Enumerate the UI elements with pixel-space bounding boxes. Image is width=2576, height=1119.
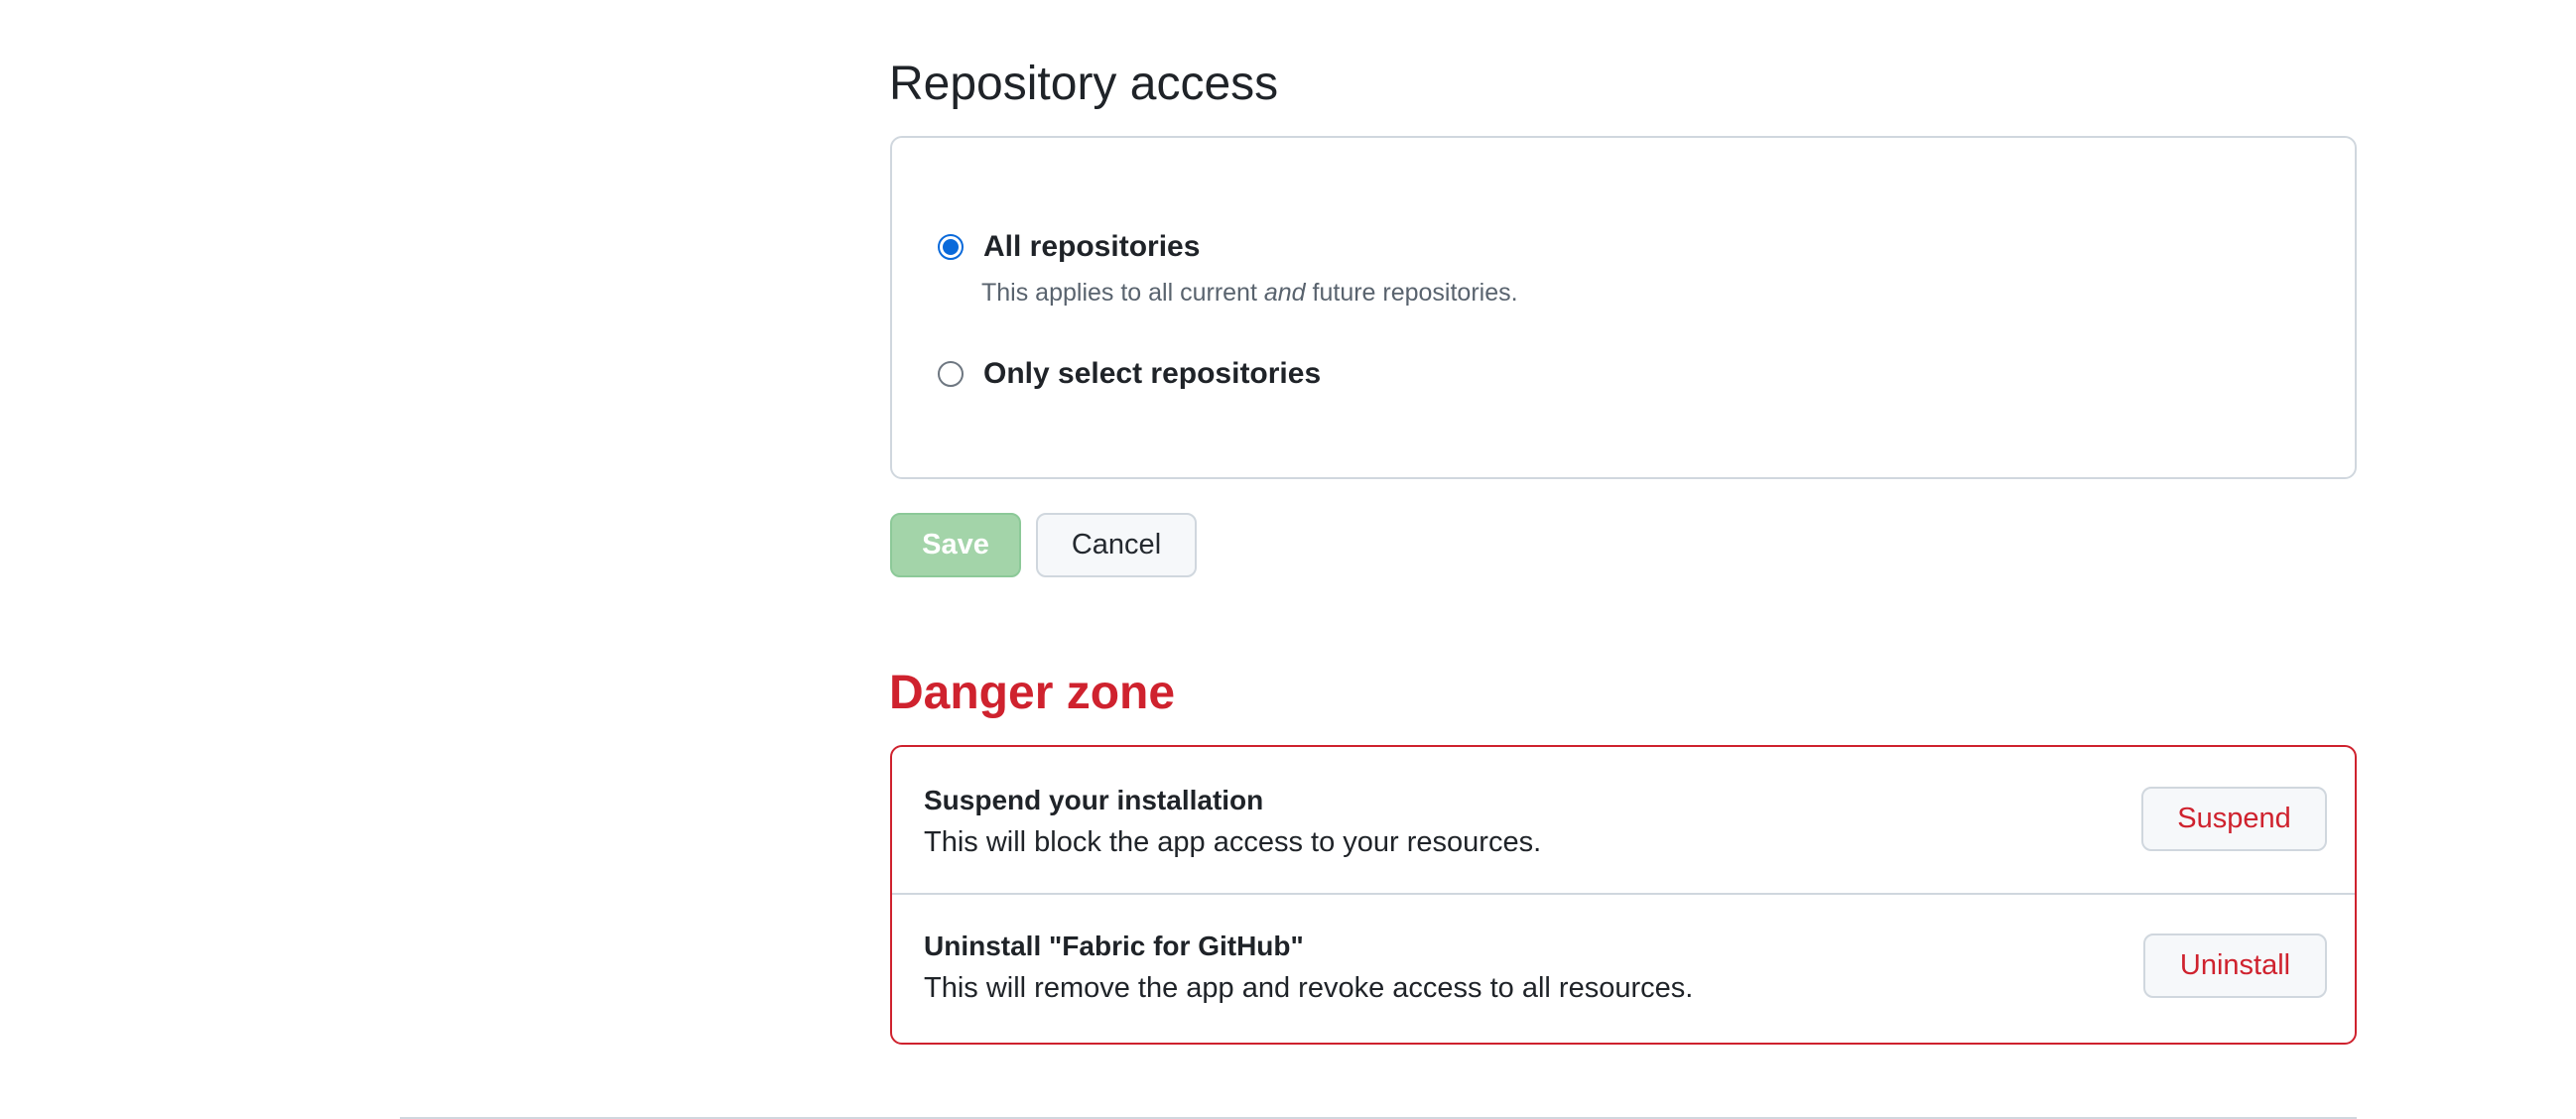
- help-text-prefix: This applies to all current: [981, 279, 1264, 307]
- uninstall-button[interactable]: Uninstall: [2143, 933, 2327, 998]
- danger-zone-box: Suspend your installation This will bloc…: [890, 745, 2357, 1045]
- radio-only-select-repositories[interactable]: [938, 361, 964, 387]
- radio-option-only-select-repositories[interactable]: Only select repositories: [938, 356, 1321, 392]
- suspend-button[interactable]: Suspend: [2141, 787, 2327, 851]
- suspend-title: Suspend your installation: [924, 785, 1264, 815]
- radio-option-all-repositories[interactable]: All repositories: [938, 229, 1200, 265]
- danger-zone-heading: Danger zone: [889, 667, 1176, 719]
- repository-access-heading: Repository access: [889, 58, 1279, 110]
- help-text-suffix: future repositories.: [1305, 279, 1518, 307]
- danger-item-uninstall: Uninstall "Fabric for GitHub" This will …: [892, 895, 2355, 1043]
- cancel-button[interactable]: Cancel: [1036, 513, 1197, 577]
- radio-label-only-select-repositories[interactable]: Only select repositories: [983, 356, 1321, 392]
- help-text-emphasis: and: [1263, 279, 1306, 307]
- suspend-description: This will block the app access to your r…: [924, 826, 1542, 858]
- all-repositories-help-text: This applies to all current and future r…: [981, 277, 1518, 309]
- danger-item-suspend: Suspend your installation This will bloc…: [892, 747, 2355, 895]
- save-button[interactable]: Save: [890, 513, 1021, 577]
- app-installation-settings-page: Repository access All repositories This …: [0, 0, 2576, 1119]
- radio-label-all-repositories[interactable]: All repositories: [983, 229, 1200, 265]
- uninstall-description: This will remove the app and revoke acce…: [924, 972, 1694, 1004]
- radio-all-repositories[interactable]: [938, 234, 964, 260]
- uninstall-title: Uninstall "Fabric for GitHub": [924, 931, 1304, 961]
- repository-access-box: All repositories This applies to all cur…: [890, 136, 2357, 479]
